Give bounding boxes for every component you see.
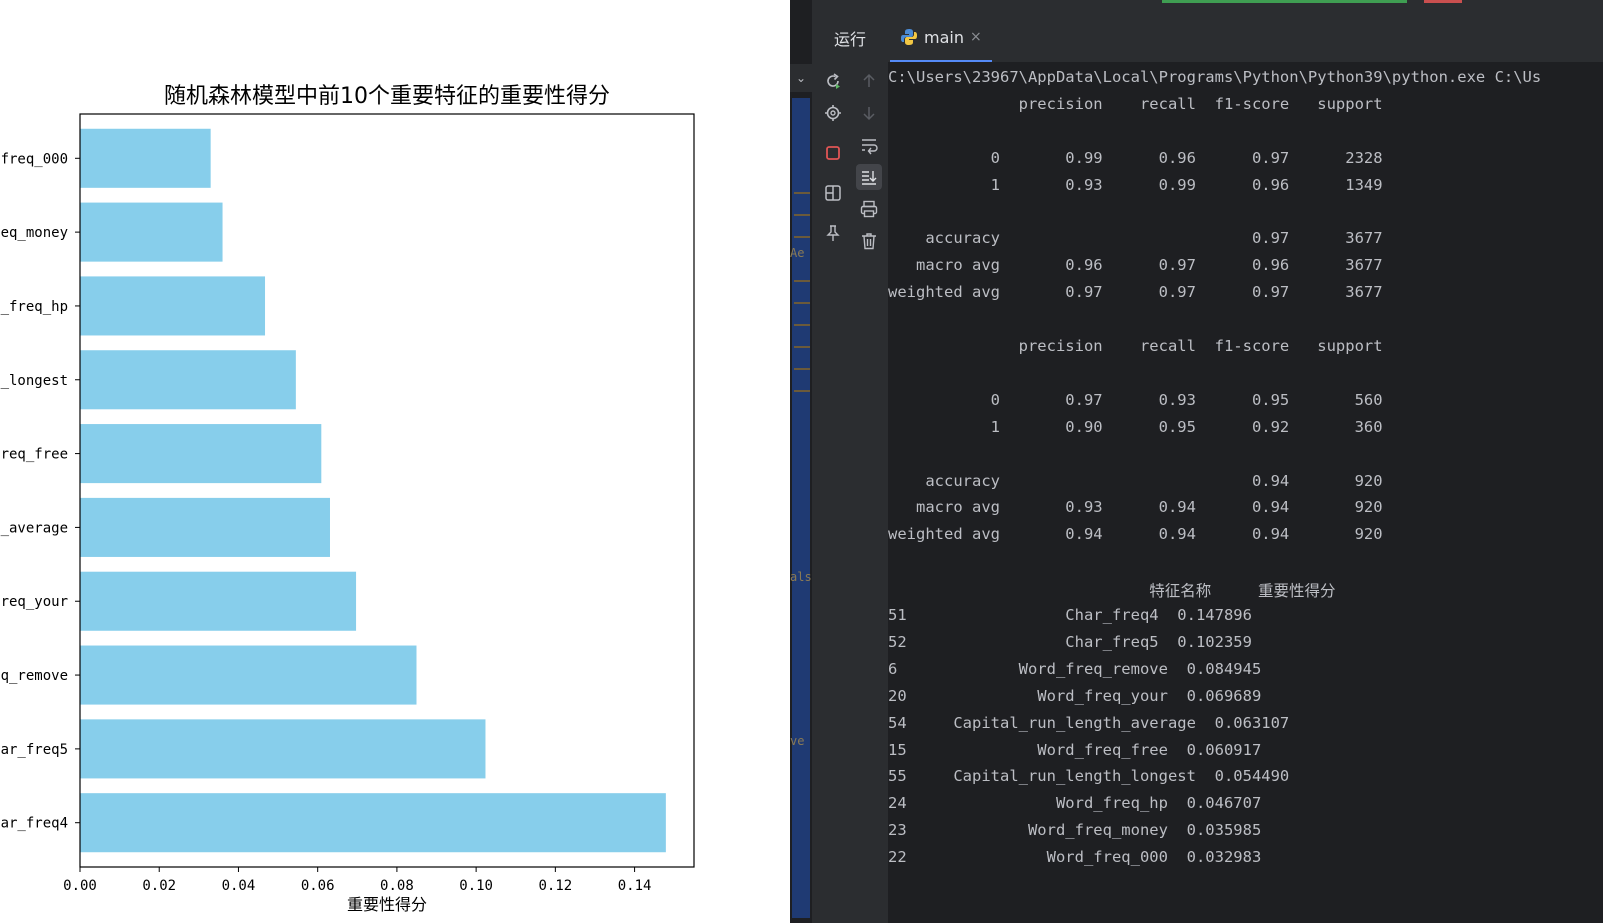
x-tick-label: 0.12 (538, 878, 572, 894)
console-line: 1 0.93 0.99 0.96 1349 (888, 175, 1383, 194)
feature-importance-figure: 随机森林模型中前10个重要特征的重要性得分 ar_freq4 ar_freq5 q_… (0, 0, 790, 923)
console-line: 0 0.97 0.93 0.95 560 (888, 390, 1383, 409)
y-ticks: ar_freq4 ar_freq5 q_remove req_your _average… (1, 151, 80, 832)
down-arrow-icon[interactable] (856, 100, 882, 126)
layout-icon[interactable] (820, 180, 846, 206)
y-tick-label: freq_000 (1, 151, 68, 167)
console-line: accuracy 0.94 920 (888, 471, 1383, 490)
stop-icon[interactable] (820, 140, 846, 166)
y-tick-label: q_remove (1, 668, 68, 684)
console-line: weighted avg 0.94 0.94 0.94 920 (888, 525, 1383, 544)
bar-_longest (80, 350, 296, 410)
rerun-icon[interactable] (820, 68, 846, 94)
bar-chart: 随机森林模型中前10个重要特征的重要性得分 ar_freq4 ar_freq5 q_… (1, 84, 695, 914)
bar-ar_freq4 (80, 793, 666, 853)
gutter-marker (794, 368, 810, 370)
window-accent-red (1424, 0, 1462, 3)
ide-run-panel: ⌄ Ae als ve 运行 main × C:\Users\23967\App… (790, 0, 1603, 923)
bars-layer (80, 128, 666, 853)
x-tick-label: 0.04 (222, 878, 256, 894)
bar-ar_freq5 (80, 719, 486, 779)
console-line: macro avg 0.96 0.97 0.96 3677 (888, 256, 1383, 275)
y-tick-label: eq_money (1, 225, 68, 241)
bar-_average (80, 497, 330, 557)
x-tick-label: 0.10 (459, 878, 493, 894)
settings-icon[interactable] (820, 100, 846, 126)
gutter-marker (794, 236, 810, 238)
run-toolbar (812, 62, 889, 923)
y-tick-label: ar_freq4 (1, 816, 68, 832)
soft-wrap-icon[interactable] (856, 132, 882, 158)
gutter-marker (794, 302, 810, 304)
editor-fragment: ve (790, 734, 805, 748)
console-line: 0 0.99 0.96 0.97 2328 (888, 148, 1383, 167)
print-icon[interactable] (856, 196, 882, 222)
run-tool-window-label[interactable]: 运行 (834, 26, 866, 50)
y-tick-label: _average (1, 520, 68, 536)
console-line: weighted avg 0.97 0.97 0.97 3677 (888, 283, 1383, 302)
console-line: 51 Char_freq4 0.147896 (888, 606, 1252, 624)
gutter-marker (794, 192, 810, 194)
x-tick-label: 0.02 (142, 878, 176, 894)
tab-main-label: main (924, 27, 964, 47)
scroll-to-end-icon[interactable] (856, 164, 882, 190)
editor-highlight-band (792, 98, 810, 918)
window-accent-green (1162, 0, 1407, 3)
x-tick-label: 0.00 (63, 878, 97, 894)
console-line: C:\Users\23967\AppData\Local\Programs\Py… (888, 68, 1542, 86)
console-line: accuracy 0.97 3677 (888, 229, 1383, 248)
console-line: 1 0.90 0.95 0.92 360 (888, 417, 1383, 436)
close-icon[interactable]: × (970, 29, 982, 45)
editor-fragment: als (790, 570, 812, 584)
console-line: 6 Word_freq_remove 0.084945 (888, 659, 1262, 678)
x-tick-label: 0.06 (301, 878, 335, 894)
bar-_freq_hp (80, 276, 266, 336)
console-line: precision recall f1-score support (888, 94, 1383, 113)
editor-fragment: Ae (790, 246, 805, 260)
console-line: precision recall f1-score support (888, 337, 1383, 355)
y-tick-label: req_your (1, 594, 68, 610)
console-line: 55 Capital_run_length_longest 0.054490 (888, 767, 1290, 786)
python-icon (901, 29, 917, 45)
y-tick-label: _longest (1, 373, 68, 389)
bar-eq_money (80, 202, 223, 262)
tab-main[interactable]: main × (890, 18, 992, 62)
bar-req_free (80, 424, 322, 484)
bar-freq_000 (80, 128, 211, 188)
console-line: 24 Word_freq_hp 0.046707 (888, 794, 1262, 813)
gutter-marker (794, 324, 810, 326)
editor-gutter-strip: ⌄ Ae als ve (790, 58, 813, 923)
console-line: 20 Word_freq_your 0.069689 (888, 686, 1262, 705)
x-axis-label: 重要性得分 (347, 895, 427, 914)
gutter-marker (794, 390, 810, 392)
console-line: 22 Word_freq_000 0.032983 (888, 848, 1262, 867)
x-ticks: 0.00 0.02 0.04 0.06 0.08 0.10 0.12 0.14 (63, 867, 651, 894)
console-line: 15 Word_freq_free 0.060917 (888, 740, 1262, 759)
gutter-marker (794, 214, 810, 216)
pin-icon[interactable] (820, 220, 846, 246)
x-tick-label: 0.14 (618, 878, 652, 894)
collapse-chevron-icon[interactable]: ⌄ (790, 64, 812, 92)
run-tab-bar: 运行 main × (812, 0, 1603, 63)
y-tick-label: req_free (1, 447, 68, 463)
x-tick-label: 0.08 (380, 878, 414, 894)
gutter-marker (794, 280, 810, 282)
console-line: 特征名称 重要性得分 (888, 582, 1336, 601)
console-line: 23 Word_freq_money 0.035985 (888, 821, 1262, 840)
console-output[interactable]: C:\Users\23967\AppData\Local\Programs\Py… (888, 62, 1603, 923)
chart-title: 随机森林模型中前10个重要特征的重要性得分 (164, 84, 610, 109)
y-tick-label: ar_freq5 (1, 742, 68, 758)
y-tick-label: _freq_hp (1, 299, 68, 315)
console-line: macro avg 0.93 0.94 0.94 920 (888, 498, 1383, 517)
up-arrow-icon[interactable] (856, 68, 882, 94)
trash-icon[interactable] (856, 228, 882, 254)
bar-q_remove (80, 645, 417, 705)
bar-req_your (80, 571, 357, 631)
console-line: 54 Capital_run_length_average 0.063107 (888, 713, 1290, 732)
gutter-marker (794, 346, 810, 348)
console-line: 52 Char_freq5 0.102359 (888, 632, 1252, 651)
